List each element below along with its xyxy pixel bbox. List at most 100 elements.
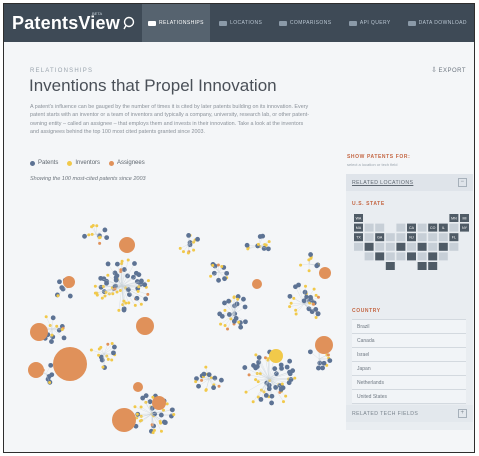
state-tile[interactable] xyxy=(375,223,385,232)
network-link xyxy=(291,303,305,305)
related-locations-header[interactable]: RELATED LOCATIONS − xyxy=(346,174,473,191)
country-item-japan[interactable]: Japan xyxy=(352,362,466,376)
tab-data-download[interactable]: DATA DOWNLOAD xyxy=(401,4,474,42)
inventor-node xyxy=(101,365,105,369)
state-tile[interactable] xyxy=(417,252,427,261)
state-tile[interactable] xyxy=(417,242,427,251)
intro-paragraph: A patent's influence can be gauged by th… xyxy=(30,104,310,135)
state-tile[interactable] xyxy=(407,242,416,251)
inventor-node xyxy=(133,405,137,409)
state-tile[interactable] xyxy=(449,242,459,251)
inventor-node xyxy=(178,246,182,250)
patent-node xyxy=(256,355,262,360)
expand-icon[interactable]: + xyxy=(458,409,467,418)
download-icon xyxy=(407,20,416,26)
patent-node xyxy=(67,293,73,299)
state-tile[interactable] xyxy=(364,233,374,242)
legend-item-inventors[interactable]: Inventors xyxy=(67,160,100,166)
inventor-node xyxy=(293,376,297,380)
patentsview-logo[interactable]: PatentsView BETA xyxy=(4,4,142,42)
patent-node xyxy=(104,280,109,286)
assignee-node xyxy=(98,241,102,245)
inventor-node xyxy=(97,353,101,357)
state-tile[interactable] xyxy=(385,242,395,251)
inventor-node xyxy=(251,400,255,404)
tab-relationships[interactable]: RELATIONSHIPS xyxy=(142,4,210,42)
state-tile[interactable] xyxy=(385,252,395,261)
state-tile[interactable] xyxy=(354,242,363,251)
state-tile[interactable] xyxy=(417,223,427,232)
patent-node xyxy=(242,365,248,370)
country-item-israel[interactable]: Israel xyxy=(352,348,466,362)
assignee-node xyxy=(30,323,48,341)
related-tech-fields-header[interactable]: RELATED TECH FIELDS + xyxy=(346,405,473,422)
export-button[interactable]: ⇩EXPORT xyxy=(431,66,466,74)
state-tile[interactable] xyxy=(428,242,438,251)
state-tile[interactable] xyxy=(449,223,459,232)
patent-node xyxy=(307,349,313,355)
tab-locations[interactable]: LOCATIONS xyxy=(210,4,272,42)
patent-node xyxy=(111,350,116,356)
state-tile[interactable] xyxy=(385,233,395,242)
state-tile[interactable] xyxy=(396,252,406,261)
inventor-node xyxy=(292,296,296,300)
filter-panel: RELATED LOCATIONS − U.S. STATE WA MN MI MA C… xyxy=(346,174,473,430)
state-tile-label: FL xyxy=(452,236,456,240)
legend-item-assignees[interactable]: Assignees xyxy=(109,160,145,166)
inventor-node xyxy=(284,394,288,398)
legend-item-patents[interactable]: Patents xyxy=(30,160,58,166)
state-tile[interactable] xyxy=(375,252,385,261)
inventor-node xyxy=(90,225,94,229)
tab-label: COMPARISONS xyxy=(289,20,332,26)
patent-node xyxy=(316,365,321,371)
inventor-node xyxy=(110,341,114,345)
state-tile[interactable] xyxy=(438,233,448,242)
inventor-node xyxy=(181,250,185,254)
inventor-node xyxy=(266,357,270,361)
state-tile[interactable] xyxy=(385,262,395,270)
state-tile[interactable] xyxy=(364,252,374,261)
tab-label: LOCATIONS xyxy=(230,20,263,26)
state-tile[interactable] xyxy=(438,252,448,261)
state-tile[interactable] xyxy=(407,252,416,261)
state-tile[interactable] xyxy=(428,233,438,242)
country-item-brazil[interactable]: Brazil xyxy=(352,319,466,334)
inventor-node xyxy=(186,251,190,255)
inventor-node xyxy=(89,348,93,352)
inventor-node xyxy=(136,289,140,293)
state-tile[interactable] xyxy=(396,242,406,251)
state-tile[interactable] xyxy=(417,233,427,242)
inventor-node xyxy=(162,408,166,412)
state-tile[interactable] xyxy=(364,242,374,251)
country-item-netherlands[interactable]: Netherlands xyxy=(352,376,466,390)
network-link xyxy=(249,374,270,380)
tab-comparisons[interactable]: COMPARISONS xyxy=(271,4,339,42)
legend-label: Patents xyxy=(38,160,59,166)
state-tile[interactable] xyxy=(428,262,438,270)
patent-node xyxy=(196,383,201,389)
tab-api-query[interactable]: API QUERY xyxy=(339,4,401,42)
inventor-node xyxy=(294,312,298,316)
state-tile[interactable] xyxy=(375,242,385,251)
us-state-tile-map[interactable]: WA MN MI MA CA CO IL NY TX GA NJ FL xyxy=(346,212,473,292)
state-tile-label: MA xyxy=(356,226,362,230)
app-window: PatentsView BETA RELATIONSHIPS LOCATIONS… xyxy=(3,3,475,453)
state-tile[interactable] xyxy=(396,233,406,242)
state-tile[interactable] xyxy=(438,242,448,251)
patent-node xyxy=(287,369,292,375)
state-tile[interactable] xyxy=(417,262,427,270)
country-item-canada[interactable]: Canada xyxy=(352,334,466,348)
inventor-node xyxy=(100,296,104,300)
inventor-node xyxy=(280,382,284,386)
patent-node xyxy=(136,272,142,278)
patent-network-graph[interactable] xyxy=(4,184,349,453)
country-item-united-states[interactable]: United States xyxy=(352,390,466,404)
state-tile[interactable] xyxy=(396,223,406,232)
state-tile[interactable] xyxy=(364,223,374,232)
state-tile[interactable] xyxy=(428,252,438,261)
assignee-node xyxy=(312,302,316,306)
patent-node xyxy=(132,261,137,266)
state-tile-label: TX xyxy=(356,236,361,240)
inventor-node xyxy=(267,240,271,244)
collapse-icon[interactable]: − xyxy=(458,178,467,187)
